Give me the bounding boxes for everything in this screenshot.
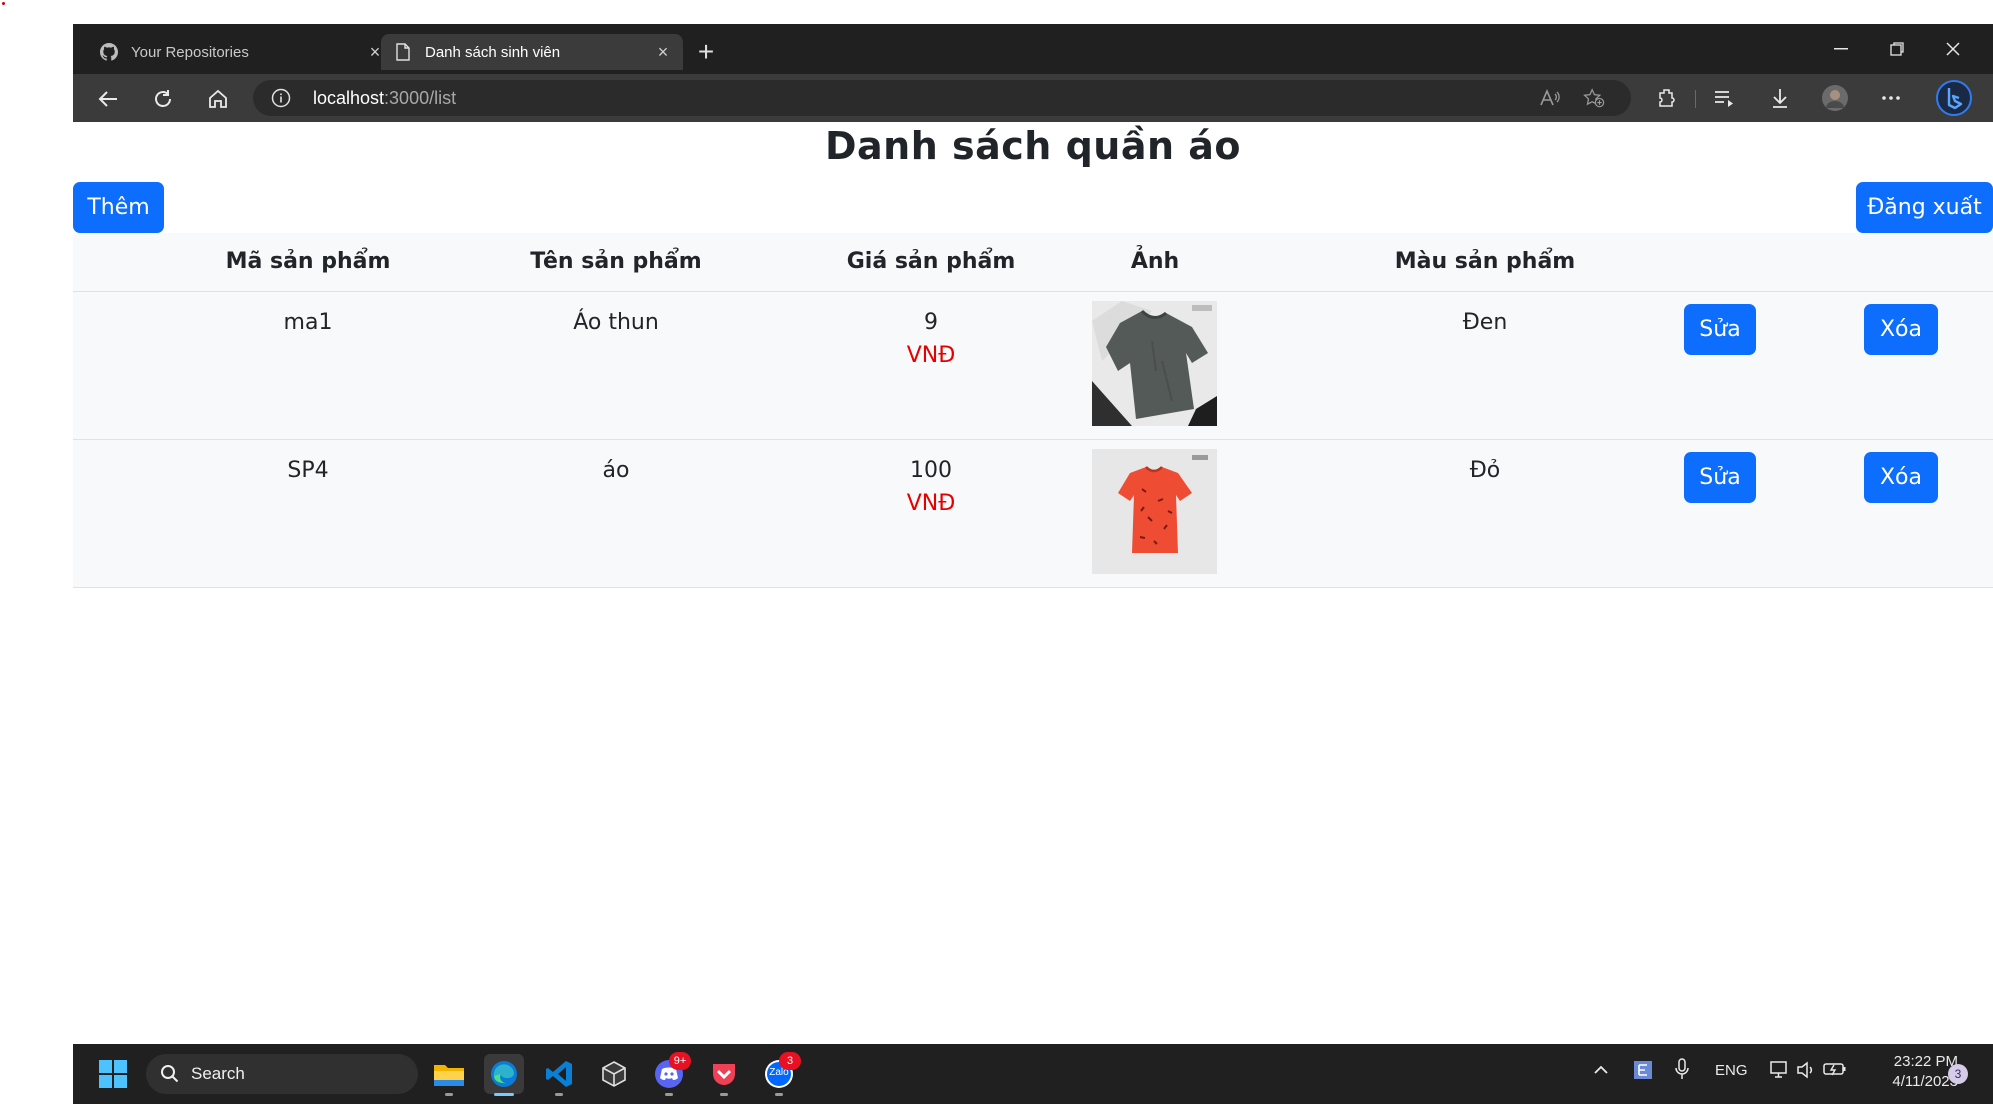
search-label: Search (191, 1064, 245, 1083)
taskbar-search[interactable]: Search (146, 1054, 418, 1094)
downloads-icon[interactable] (1766, 84, 1794, 112)
delete-button[interactable]: Xóa (1864, 304, 1938, 355)
new-tab-icon[interactable]: + (691, 38, 721, 68)
windows-taskbar: Search 9+ Zalo 3 ENG 23:22 PM 4/11/2023 … (73, 1044, 1993, 1104)
browser-window: Your Repositories × Danh sách sinh viên … (73, 24, 1993, 122)
minimize-icon[interactable] (1813, 34, 1869, 64)
back-icon[interactable] (93, 84, 123, 114)
column-header-code: Mã sản phẩm (225, 249, 391, 274)
table-header: Mã sản phẩm Tên sản phẩm Giá sản phẩm Ản… (73, 233, 1993, 292)
pocket-icon[interactable] (704, 1054, 744, 1096)
page-icon (393, 42, 413, 62)
more-options-icon[interactable] (1877, 84, 1905, 112)
restore-icon[interactable] (1869, 34, 1925, 64)
product-color: Đen (1462, 310, 1508, 335)
extensions-icon[interactable] (1653, 84, 1681, 112)
corner-dot (2, 2, 5, 5)
package-app-icon[interactable] (594, 1054, 634, 1094)
start-windows-icon[interactable] (93, 1054, 133, 1094)
close-tab-icon[interactable]: × (653, 42, 673, 62)
vscode-icon[interactable] (539, 1054, 579, 1096)
product-price: 100 VNĐ (781, 458, 1081, 516)
file-explorer-icon[interactable] (429, 1054, 469, 1096)
profile-avatar[interactable] (1821, 84, 1849, 112)
input-method-icon[interactable] (1633, 1060, 1653, 1084)
browser-toolbar: localhost:3000/list (73, 74, 1993, 122)
bing-copilot-icon[interactable] (1936, 80, 1972, 116)
notification-badge[interactable]: 3 (1948, 1064, 1968, 1084)
discord-icon[interactable]: 9+ (649, 1052, 691, 1096)
column-header-color: Màu sản phẩm (1394, 249, 1576, 274)
clock-time: 23:22 PM (1893, 1053, 1958, 1070)
product-image-grey-tshirt (1092, 301, 1217, 426)
collections-icon[interactable] (1710, 84, 1738, 112)
volume-icon[interactable] (1796, 1060, 1816, 1084)
tab-label: Danh sách sinh viên (425, 43, 561, 61)
column-header-name: Tên sản phẩm (530, 249, 702, 274)
delete-button[interactable]: Xóa (1864, 452, 1938, 503)
price-currency: VNĐ (906, 491, 956, 516)
language-indicator[interactable]: ENG (1715, 1062, 1748, 1079)
discord-badge: 9+ (669, 1052, 691, 1070)
product-color: Đỏ (1469, 458, 1501, 483)
site-info-icon[interactable] (271, 88, 291, 108)
product-price: 9 VNĐ (781, 310, 1081, 368)
refresh-icon[interactable] (148, 84, 178, 114)
read-aloud-icon[interactable] (1539, 87, 1561, 109)
logout-button[interactable]: Đăng xuất (1856, 182, 1993, 233)
price-currency: VNĐ (906, 343, 956, 368)
microphone-icon[interactable] (1675, 1058, 1689, 1084)
edit-button[interactable]: Sửa (1684, 452, 1756, 503)
table-row: ma1 Áo thun 9 VNĐ Đen Sửa Xóa (73, 292, 1993, 440)
taskbar-clock[interactable]: 23:22 PM 4/11/2023 (1868, 1052, 1958, 1092)
add-button[interactable]: Thêm (73, 182, 164, 233)
zalo-badge: 3 (779, 1052, 801, 1070)
column-header-image: Ảnh (1130, 249, 1180, 274)
product-image-red-tshirt (1092, 449, 1217, 574)
edge-browser-icon[interactable] (484, 1054, 524, 1096)
url-text: localhost:3000/list (313, 88, 457, 108)
zalo-icon[interactable]: Zalo 3 (759, 1052, 801, 1096)
page-title: Danh sách quần áo (824, 124, 1242, 168)
tab-your-repositories[interactable]: Your Repositories × (87, 34, 395, 70)
show-hidden-icons-icon[interactable] (1593, 1062, 1609, 1079)
product-name: Áo thun (573, 310, 659, 335)
github-icon (99, 42, 119, 62)
product-name: áo (602, 458, 630, 483)
clock-date: 4/11/2023 (1892, 1073, 1958, 1090)
home-icon[interactable] (203, 84, 233, 114)
edit-button[interactable]: Sửa (1684, 304, 1756, 355)
tab-label: Your Repositories (131, 43, 249, 61)
network-icon[interactable] (1769, 1060, 1791, 1084)
search-icon (160, 1064, 180, 1089)
add-favorite-icon[interactable] (1583, 87, 1605, 109)
battery-icon[interactable] (1823, 1061, 1847, 1081)
product-code: SP4 (287, 458, 329, 483)
close-window-icon[interactable] (1925, 34, 1981, 64)
column-header-price: Giá sản phẩm (846, 249, 1016, 274)
address-bar[interactable]: localhost:3000/list (253, 80, 1631, 116)
tab-danh-sach-sinh-vien[interactable]: Danh sách sinh viên × (381, 34, 683, 70)
product-code: ma1 (283, 310, 333, 335)
table-row: SP4 áo 100 VNĐ Đỏ Sửa Xóa (73, 440, 1993, 588)
toolbar-separator (1695, 90, 1696, 108)
